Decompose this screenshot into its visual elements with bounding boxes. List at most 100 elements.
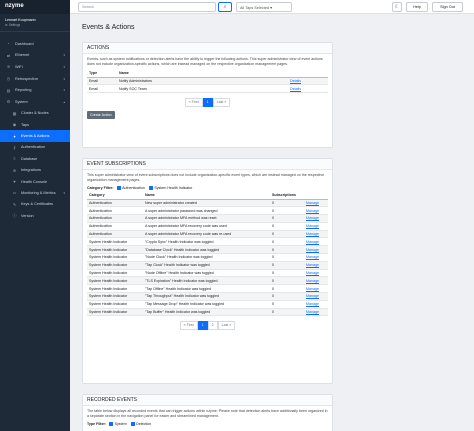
dark-mode-toggle[interactable]: ☾	[392, 2, 402, 12]
moon-icon: ☾	[394, 4, 400, 10]
sidebar-item-health-console[interactable]: ♥ Health Console	[0, 176, 70, 187]
sidebar-item-label: Version	[21, 213, 34, 218]
sidebar-item-label: Health Console	[21, 179, 47, 184]
manage-link[interactable]: Manage	[306, 209, 319, 213]
sidebar-item-label: Cluster & Nodes	[21, 111, 49, 116]
sidebar-item-reporting[interactable]: ▤ Reporting ▾	[0, 84, 70, 96]
subscription-category: Authentication	[89, 232, 112, 237]
table-row: System Health Indicator "Node Clock" Heal…	[87, 253, 328, 262]
sidebar-item-events-actions[interactable]: ✦ Events & Actions	[0, 130, 70, 142]
chevron-down-icon: ▾	[63, 53, 65, 58]
subscription-category: System Health Indicator	[89, 255, 128, 260]
subscription-count: 0	[272, 302, 274, 307]
subscriptions-table: Category Name Subscriptions Authenticati…	[87, 192, 328, 317]
manage-link[interactable]: Manage	[306, 310, 319, 314]
manage-link[interactable]: Manage	[306, 271, 319, 275]
details-link[interactable]: Details	[290, 79, 301, 83]
subscription-name: A super administrator MFA recovery code …	[145, 232, 232, 237]
subscription-category: System Health Indicator	[89, 247, 128, 252]
chart-icon: ▤	[6, 87, 11, 93]
table-row: System Health Indicator "TLS Expiration" …	[87, 276, 328, 286]
filter-label: Category Filter:	[87, 186, 114, 190]
chevron-down-icon: ▾	[63, 190, 65, 195]
page-1-button[interactable]: 1	[197, 321, 208, 331]
table-row: System Health Indicator "Crypto Sync" Hea…	[87, 237, 328, 247]
column-header: Name	[143, 192, 270, 200]
manage-link[interactable]: Manage	[306, 240, 319, 244]
chevron-down-icon: ▾	[63, 64, 65, 69]
details-link[interactable]: Details	[290, 87, 301, 91]
sidebar-item-dashboard[interactable]: ◔ Dashboard	[0, 38, 70, 50]
sidebar-item-label: Reporting	[15, 88, 32, 93]
sidebar-item-taps[interactable]: ◉ Taps	[0, 119, 70, 130]
sidebar-item-database[interactable]: ≡ Database	[0, 153, 70, 164]
column-header: Name	[117, 70, 288, 78]
info-icon: ⓘ	[12, 212, 17, 218]
help-button[interactable]: Help	[406, 2, 428, 12]
action-type: Email	[87, 77, 117, 86]
sidebar-item-integrations[interactable]: ⊕ Integrations	[0, 165, 70, 176]
sidebar-item-label: Authentication	[21, 145, 46, 150]
user-settings-link[interactable]: ⚙ Settings	[5, 23, 65, 27]
page-first-button[interactable]: « First	[179, 321, 198, 331]
sidebar-item-system[interactable]: ⚙ System ▴	[0, 96, 70, 108]
create-action-button[interactable]: Create Action	[87, 111, 115, 120]
subscription-name: "Node Clock" Health Indicator was toggle…	[145, 255, 213, 260]
topbar: Search ⌕ All Taps Selected ▾ ☾ Help Sign…	[70, 0, 474, 14]
manage-link[interactable]: Manage	[306, 232, 319, 236]
subscription-count: 0	[272, 200, 274, 205]
search-input[interactable]: Search	[78, 2, 216, 12]
action-name: Notify Administrators	[117, 77, 288, 86]
manage-link[interactable]: Manage	[306, 294, 319, 298]
sidebar-item-wifi[interactable]: ≋ WiFi ▾	[0, 61, 70, 73]
subscription-name: A super administrator MFA recovery code …	[145, 224, 227, 229]
sign-out-button[interactable]: Sign Out	[432, 2, 463, 12]
sidebar-item-version[interactable]: ⓘ Version	[0, 210, 70, 221]
taps-selector[interactable]: All Taps Selected ▾	[236, 2, 292, 12]
filter-option-system[interactable]: System	[109, 422, 127, 426]
sidebar-item-keys-certificates[interactable]: ✎ Keys & Certificates	[0, 199, 70, 210]
database-icon: ≡	[13, 156, 16, 162]
sidebar-item-retrospective[interactable]: ◷ Retrospective ▾	[0, 73, 70, 85]
page-1-button[interactable]: 1	[202, 98, 213, 108]
filter-option-authentication[interactable]: Authentication	[116, 186, 145, 190]
page-title: Events & Actions	[82, 24, 135, 31]
page-last-button[interactable]: Last »	[217, 321, 236, 331]
manage-link[interactable]: Manage	[306, 201, 319, 205]
brand-logo[interactable]: nzyme	[0, 0, 70, 14]
wifi-icon: ≋	[6, 64, 11, 70]
subscription-count: 0	[272, 247, 274, 252]
manage-link[interactable]: Manage	[306, 255, 319, 259]
manage-link[interactable]: Manage	[306, 287, 319, 291]
page-2-button[interactable]: 2	[207, 321, 218, 331]
subscription-category: Authentication	[89, 200, 112, 205]
sidebar-item-cluster-nodes[interactable]: ▦ Cluster & Nodes	[0, 108, 70, 119]
subscription-count: 0	[272, 224, 274, 229]
manage-link[interactable]: Manage	[306, 302, 319, 306]
manage-link[interactable]: Manage	[306, 224, 319, 228]
filter-option-detection[interactable]: Detection	[130, 422, 152, 426]
manage-link[interactable]: Manage	[306, 216, 319, 220]
user-panel: Lennart Koopmann ⚙ Settings	[0, 14, 70, 32]
filter-option-system-health[interactable]: System Health Indicator	[148, 186, 193, 190]
subscriptions-pagination: « First 1 2 Last »	[87, 321, 328, 331]
page-first-button[interactable]: « First	[184, 98, 203, 108]
manage-link[interactable]: Manage	[306, 279, 319, 283]
manage-link[interactable]: Manage	[306, 248, 319, 252]
subscription-category: System Health Indicator	[89, 302, 128, 307]
subscription-name: "Node Offline" Health Indicator was togg…	[145, 271, 214, 276]
filter-option-label: Detection	[136, 422, 152, 426]
sidebar-item-monitoring-metrics[interactable]: ▭ Monitoring & Metrics ▾	[0, 187, 70, 198]
page-last-button[interactable]: Last »	[212, 98, 231, 108]
subscription-count: 0	[272, 216, 274, 221]
subscription-name: "Tap Offline" Health Indicator was toggl…	[145, 286, 212, 291]
type-filter: Type Filter: System Detection	[87, 422, 328, 426]
sidebar-item-ethernet[interactable]: ⇄ Ethernet ▾	[0, 50, 70, 62]
plug-icon: ⊕	[12, 167, 17, 173]
action-type: Email	[87, 84, 117, 94]
manage-link[interactable]: Manage	[306, 263, 319, 267]
search-button[interactable]: ⌕	[218, 2, 232, 12]
sidebar-item-authentication[interactable]: ⚷ Authentication	[0, 142, 70, 153]
ethernet-icon: ⇄	[6, 52, 11, 58]
gear-icon: ⚙	[6, 99, 11, 105]
